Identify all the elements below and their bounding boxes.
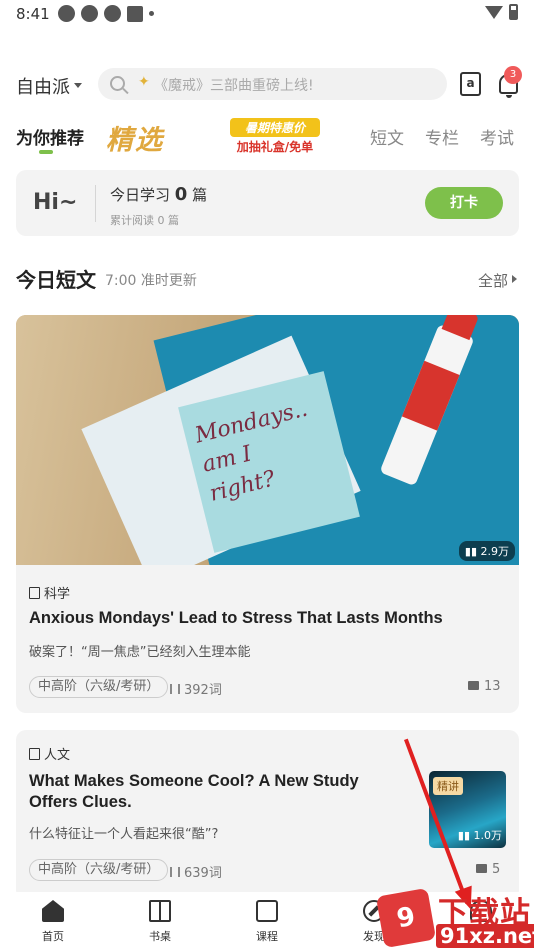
see-all-link[interactable]: 全部 (478, 270, 508, 291)
divider (95, 185, 96, 222)
dictionary-icon[interactable]: a (460, 72, 481, 96)
notification-icons (58, 5, 154, 22)
watermark-logo: 9 (375, 887, 437, 949)
search-icon (110, 76, 125, 91)
comment-icon (468, 681, 479, 690)
featured-badge: 精讲 (433, 777, 463, 795)
comment-icon (476, 864, 487, 873)
article-card[interactable]: Mondays.. am I right? ▮▮ 2.9万 科学 Anxious… (16, 315, 519, 713)
article-title[interactable]: Anxious Mondays' Lead to Stress That Las… (29, 609, 443, 628)
nav-desk[interactable]: 书桌 (130, 900, 190, 944)
nav-home[interactable]: 首页 (23, 900, 83, 944)
app-notification-icon (58, 5, 75, 22)
checkin-button[interactable]: 打卡 (425, 187, 503, 219)
top-header: 自由派 ✦ 《魔戒》三部曲重磅上线! a 3 (0, 66, 534, 102)
promo-title: 暑期特惠价 (230, 118, 320, 137)
battery-icon (509, 4, 518, 20)
article-category: 科学 (29, 583, 70, 602)
section-title: 今日短文 (16, 268, 96, 292)
today-study-count: 今日学习 0 篇 (110, 184, 208, 205)
bar-chart-icon (170, 684, 180, 694)
home-icon (42, 900, 64, 922)
caret-down-icon[interactable] (74, 83, 82, 88)
chevron-right-icon[interactable] (512, 275, 517, 283)
more-notifications-dot-icon (149, 11, 154, 16)
article-title[interactable]: What Makes Someone Cool? A New Study Off… (29, 771, 409, 813)
section-subtitle: 7:00 准时更新 (105, 273, 197, 289)
active-tab-indicator (39, 150, 53, 154)
tab-column[interactable]: 专栏 (425, 124, 459, 149)
search-placeholder: 《魔戒》三部曲重磅上线! (154, 78, 314, 94)
promo-subtitle: 加抽礼盒/免单 (236, 140, 314, 154)
app-notification-icon (81, 5, 98, 22)
level-tag: 中高阶（六级/考研） (29, 859, 169, 881)
book-icon (149, 900, 171, 922)
tab-exam[interactable]: 考试 (480, 124, 514, 149)
view-count-badge: ▮▮ 1.0万 (457, 829, 502, 842)
status-time: 8:41 (16, 5, 50, 23)
total-read-count: 累计阅读 0 篇 (110, 214, 179, 227)
tab-recommended[interactable]: 为你推荐 (16, 124, 84, 149)
app-notification-icon (127, 5, 143, 22)
wifi-icon (485, 5, 503, 19)
notification-badge: 3 (504, 66, 522, 84)
bar-chart-icon (170, 867, 180, 877)
article-summary: 什么特征让一个人看起来很“酷”? (29, 827, 219, 842)
tab-short[interactable]: 短文 (370, 124, 404, 149)
study-summary-card: Hi~ 今日学习 0 篇 累计阅读 0 篇 打卡 (16, 170, 519, 236)
bookmark-icon (29, 587, 40, 599)
article-category: 人文 (29, 744, 70, 763)
word-count: 639词 (170, 862, 222, 881)
article-summary: 破案了！“周一焦虑”已经刻入生理本能 (29, 645, 251, 660)
view-count-badge: ▮▮ 2.9万 (458, 541, 515, 561)
watermark-url: 91xz.net (436, 924, 534, 948)
greeting: Hi~ (33, 190, 78, 215)
article-cover-image[interactable]: Mondays.. am I right? ▮▮ 2.9万 (16, 315, 519, 565)
system-icons (485, 4, 518, 20)
category-tabs: 为你推荐 精选 暑期特惠价 加抽礼盒/免单 短文 专栏 考试 (0, 118, 534, 158)
sparkle-icon: ✦ (138, 74, 150, 90)
summer-promo-banner[interactable]: 暑期特惠价 加抽礼盒/免单 (230, 118, 320, 154)
status-bar: 8:41 (0, 0, 534, 28)
search-bar[interactable]: ✦ 《魔戒》三部曲重磅上线! (98, 68, 447, 100)
article-card[interactable]: 人文 What Makes Someone Cool? A New Study … (16, 730, 519, 900)
word-count: 392词 (170, 679, 222, 698)
comment-count[interactable]: 13 (468, 679, 501, 694)
nav-course[interactable]: 课程 (237, 900, 297, 944)
level-tag: 中高阶（六级/考研） (29, 676, 169, 698)
comment-count[interactable]: 5 (476, 862, 500, 877)
app-notification-icon (104, 5, 121, 22)
tab-featured[interactable]: 精选 (106, 118, 164, 157)
chart-trend-icon (256, 900, 278, 922)
bookmark-icon (29, 748, 40, 760)
site-watermark: 9 下载站 91xz.net (375, 887, 534, 950)
channel-selector[interactable]: 自由派 (16, 73, 70, 99)
